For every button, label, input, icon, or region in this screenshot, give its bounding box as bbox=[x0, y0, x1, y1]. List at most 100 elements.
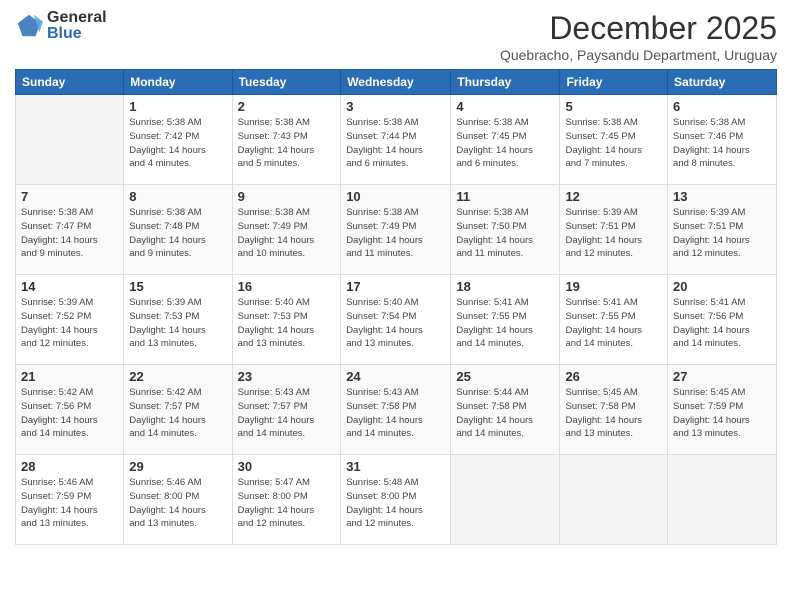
day-number: 20 bbox=[673, 279, 771, 294]
day-info: Sunrise: 5:39 AM Sunset: 7:51 PM Dayligh… bbox=[673, 206, 771, 261]
day-cell-w5-d3: 30 Sunrise: 5:47 AM Sunset: 8:00 PM Dayli… bbox=[232, 455, 341, 545]
day-cell-w1-d1 bbox=[16, 95, 124, 185]
title-block: December 2025 Quebracho, Paysandu Depart… bbox=[500, 10, 777, 63]
day-cell-w5-d6 bbox=[560, 455, 668, 545]
day-cell-w5-d5 bbox=[451, 455, 560, 545]
day-cell-w2-d5: 11 Sunrise: 5:38 AM Sunset: 7:50 PM Dayli… bbox=[451, 185, 560, 275]
day-info: Sunrise: 5:38 AM Sunset: 7:45 PM Dayligh… bbox=[456, 116, 554, 171]
day-number: 21 bbox=[21, 369, 118, 384]
day-info: Sunrise: 5:38 AM Sunset: 7:44 PM Dayligh… bbox=[346, 116, 445, 171]
header: General Blue December 2025 Quebracho, Pa… bbox=[15, 10, 777, 63]
day-info: Sunrise: 5:38 AM Sunset: 7:50 PM Dayligh… bbox=[456, 206, 554, 261]
day-number: 29 bbox=[129, 459, 226, 474]
day-number: 5 bbox=[565, 99, 662, 114]
day-cell-w3-d4: 17 Sunrise: 5:40 AM Sunset: 7:54 PM Dayli… bbox=[341, 275, 451, 365]
day-number: 11 bbox=[456, 189, 554, 204]
week-row-5: 28 Sunrise: 5:46 AM Sunset: 7:59 PM Dayli… bbox=[16, 455, 777, 545]
day-number: 12 bbox=[565, 189, 662, 204]
day-cell-w4-d2: 22Sunrise: 5:42 AM Sunset: 7:57 PM Dayli… bbox=[124, 365, 232, 455]
location-text: Quebracho, Paysandu Department, Uruguay bbox=[500, 47, 777, 63]
day-cell-w1-d4: 3Sunrise: 5:38 AM Sunset: 7:44 PM Daylig… bbox=[341, 95, 451, 185]
day-number: 27 bbox=[673, 369, 771, 384]
day-info: Sunrise: 5:42 AM Sunset: 7:56 PM Dayligh… bbox=[21, 386, 118, 441]
day-info: Sunrise: 5:39 AM Sunset: 7:51 PM Dayligh… bbox=[565, 206, 662, 261]
day-cell-w2-d2: 8 Sunrise: 5:38 AM Sunset: 7:48 PM Daylig… bbox=[124, 185, 232, 275]
day-cell-w5-d2: 29 Sunrise: 5:46 AM Sunset: 8:00 PM Dayli… bbox=[124, 455, 232, 545]
day-number: 28 bbox=[21, 459, 118, 474]
page: General Blue December 2025 Quebracho, Pa… bbox=[0, 0, 792, 612]
day-number: 4 bbox=[456, 99, 554, 114]
day-number: 25 bbox=[456, 369, 554, 384]
day-info: Sunrise: 5:38 AM Sunset: 7:48 PM Dayligh… bbox=[129, 206, 226, 261]
day-info: Sunrise: 5:40 AM Sunset: 7:54 PM Dayligh… bbox=[346, 296, 445, 351]
day-number: 17 bbox=[346, 279, 445, 294]
day-cell-w1-d7: 6 Sunrise: 5:38 AM Sunset: 7:46 PM Daylig… bbox=[668, 95, 777, 185]
week-row-3: 14 Sunrise: 5:39 AM Sunset: 7:52 PM Dayli… bbox=[16, 275, 777, 365]
day-number: 8 bbox=[129, 189, 226, 204]
header-friday: Friday bbox=[560, 70, 668, 95]
day-cell-w4-d7: 27Sunrise: 5:45 AM Sunset: 7:59 PM Dayli… bbox=[668, 365, 777, 455]
day-cell-w4-d1: 21 Sunrise: 5:42 AM Sunset: 7:56 PM Dayli… bbox=[16, 365, 124, 455]
day-number: 19 bbox=[565, 279, 662, 294]
day-number: 6 bbox=[673, 99, 771, 114]
day-info: Sunrise: 5:45 AM Sunset: 7:58 PM Dayligh… bbox=[565, 386, 662, 441]
day-cell-w4-d3: 23Sunrise: 5:43 AM Sunset: 7:57 PM Dayli… bbox=[232, 365, 341, 455]
day-info: Sunrise: 5:39 AM Sunset: 7:53 PM Dayligh… bbox=[129, 296, 226, 351]
day-cell-w5-d4: 31 Sunrise: 5:48 AM Sunset: 8:00 PM Dayli… bbox=[341, 455, 451, 545]
day-cell-w3-d7: 20Sunrise: 5:41 AM Sunset: 7:56 PM Dayli… bbox=[668, 275, 777, 365]
day-number: 7 bbox=[21, 189, 118, 204]
day-cell-w2-d6: 12 Sunrise: 5:39 AM Sunset: 7:51 PM Dayli… bbox=[560, 185, 668, 275]
day-cell-w3-d2: 15 Sunrise: 5:39 AM Sunset: 7:53 PM Dayli… bbox=[124, 275, 232, 365]
weekday-header-row: Sunday Monday Tuesday Wednesday Thursday… bbox=[16, 70, 777, 95]
day-info: Sunrise: 5:43 AM Sunset: 7:58 PM Dayligh… bbox=[346, 386, 445, 441]
logo: General Blue bbox=[15, 10, 107, 42]
day-cell-w5-d7 bbox=[668, 455, 777, 545]
day-number: 18 bbox=[456, 279, 554, 294]
day-number: 13 bbox=[673, 189, 771, 204]
day-number: 16 bbox=[238, 279, 336, 294]
day-cell-w1-d6: 5 Sunrise: 5:38 AM Sunset: 7:45 PM Daylig… bbox=[560, 95, 668, 185]
day-cell-w2-d1: 7 Sunrise: 5:38 AM Sunset: 7:47 PM Daylig… bbox=[16, 185, 124, 275]
day-number: 30 bbox=[238, 459, 336, 474]
week-row-1: 1Sunrise: 5:38 AM Sunset: 7:42 PM Daylig… bbox=[16, 95, 777, 185]
day-info: Sunrise: 5:38 AM Sunset: 7:47 PM Dayligh… bbox=[21, 206, 118, 261]
day-cell-w4-d6: 26Sunrise: 5:45 AM Sunset: 7:58 PM Dayli… bbox=[560, 365, 668, 455]
day-cell-w4-d5: 25 Sunrise: 5:44 AM Sunset: 7:58 PM Dayli… bbox=[451, 365, 560, 455]
day-info: Sunrise: 5:41 AM Sunset: 7:55 PM Dayligh… bbox=[565, 296, 662, 351]
logo-general-text: General bbox=[47, 10, 107, 26]
day-cell-w3-d1: 14 Sunrise: 5:39 AM Sunset: 7:52 PM Dayli… bbox=[16, 275, 124, 365]
logo-icon bbox=[15, 12, 43, 40]
day-number: 9 bbox=[238, 189, 336, 204]
header-thursday: Thursday bbox=[451, 70, 560, 95]
day-info: Sunrise: 5:46 AM Sunset: 8:00 PM Dayligh… bbox=[129, 476, 226, 531]
day-number: 1 bbox=[129, 99, 226, 114]
week-row-4: 21 Sunrise: 5:42 AM Sunset: 7:56 PM Dayli… bbox=[16, 365, 777, 455]
day-info: Sunrise: 5:38 AM Sunset: 7:45 PM Dayligh… bbox=[565, 116, 662, 171]
day-cell-w3-d5: 18Sunrise: 5:41 AM Sunset: 7:55 PM Dayli… bbox=[451, 275, 560, 365]
day-cell-w2-d3: 9Sunrise: 5:38 AM Sunset: 7:49 PM Daylig… bbox=[232, 185, 341, 275]
day-number: 15 bbox=[129, 279, 226, 294]
day-cell-w3-d3: 16Sunrise: 5:40 AM Sunset: 7:53 PM Dayli… bbox=[232, 275, 341, 365]
day-cell-w1-d2: 1Sunrise: 5:38 AM Sunset: 7:42 PM Daylig… bbox=[124, 95, 232, 185]
day-number: 31 bbox=[346, 459, 445, 474]
day-cell-w1-d5: 4 Sunrise: 5:38 AM Sunset: 7:45 PM Daylig… bbox=[451, 95, 560, 185]
day-number: 2 bbox=[238, 99, 336, 114]
day-info: Sunrise: 5:44 AM Sunset: 7:58 PM Dayligh… bbox=[456, 386, 554, 441]
day-cell-w3-d6: 19 Sunrise: 5:41 AM Sunset: 7:55 PM Dayli… bbox=[560, 275, 668, 365]
day-number: 14 bbox=[21, 279, 118, 294]
logo-text: General Blue bbox=[47, 10, 107, 42]
header-monday: Monday bbox=[124, 70, 232, 95]
day-number: 22 bbox=[129, 369, 226, 384]
day-cell-w5-d1: 28 Sunrise: 5:46 AM Sunset: 7:59 PM Dayli… bbox=[16, 455, 124, 545]
header-wednesday: Wednesday bbox=[341, 70, 451, 95]
day-number: 10 bbox=[346, 189, 445, 204]
day-info: Sunrise: 5:48 AM Sunset: 8:00 PM Dayligh… bbox=[346, 476, 445, 531]
day-info: Sunrise: 5:46 AM Sunset: 7:59 PM Dayligh… bbox=[21, 476, 118, 531]
day-cell-w2-d7: 13 Sunrise: 5:39 AM Sunset: 7:51 PM Dayli… bbox=[668, 185, 777, 275]
month-title: December 2025 bbox=[500, 10, 777, 47]
day-info: Sunrise: 5:39 AM Sunset: 7:52 PM Dayligh… bbox=[21, 296, 118, 351]
calendar-table: Sunday Monday Tuesday Wednesday Thursday… bbox=[15, 69, 777, 545]
day-info: Sunrise: 5:38 AM Sunset: 7:46 PM Dayligh… bbox=[673, 116, 771, 171]
day-info: Sunrise: 5:47 AM Sunset: 8:00 PM Dayligh… bbox=[238, 476, 336, 531]
day-info: Sunrise: 5:38 AM Sunset: 7:49 PM Dayligh… bbox=[346, 206, 445, 261]
